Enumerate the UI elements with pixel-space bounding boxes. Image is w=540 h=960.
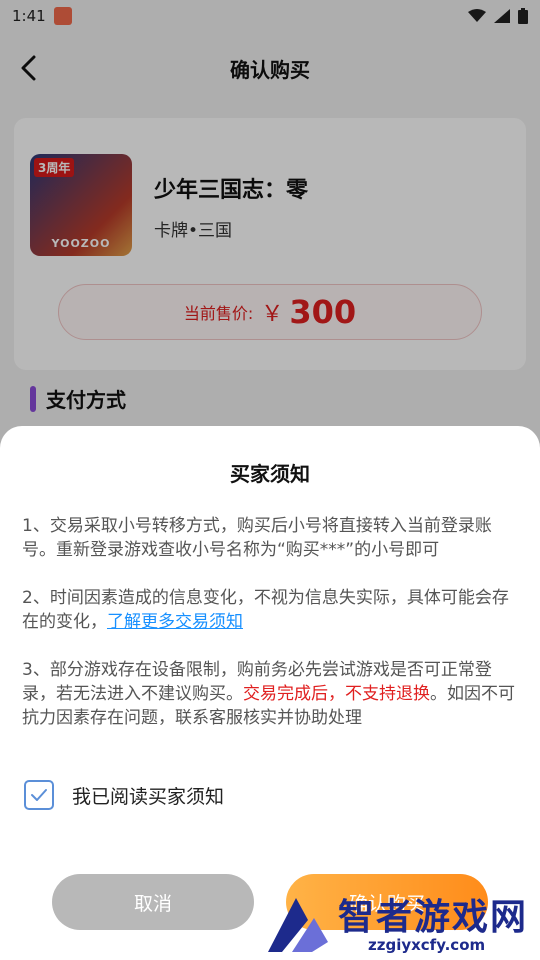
no-refund-warning: 交易完成后，不支持退换 xyxy=(243,684,430,704)
learn-more-link[interactable]: 了解更多交易须知 xyxy=(107,612,243,632)
watermark-logo-icon xyxy=(268,898,328,952)
site-watermark: 智者游戏网 zzgiyxcfy.com xyxy=(258,880,540,960)
sheet-title: 买家须知 xyxy=(230,462,310,486)
agree-row[interactable]: 我已阅读买家须知 xyxy=(24,780,224,810)
agree-checkbox[interactable] xyxy=(24,780,54,810)
watermark-url: zzgiyxcfy.com xyxy=(368,936,486,954)
cancel-button[interactable]: 取消 xyxy=(52,874,254,930)
watermark-text: 智者游戏网 xyxy=(338,897,529,938)
notice-2-text: 2、时间因素造成的信息变化，不视为信息失实际，具体可能会存在的变化， xyxy=(22,588,509,632)
checkmark-icon xyxy=(31,789,47,801)
notice-item-3: 3、部分游戏存在设备限制，购前务必先尝试游戏是否可正常登录，若无法进入不建议购买… xyxy=(22,658,518,730)
notice-item-1: 1、交易采取小号转移方式，购买后小号将直接转入当前登录账号。重新登录游戏查收小号… xyxy=(22,516,492,560)
notice-item-2: 2、时间因素造成的信息变化，不视为信息失实际，具体可能会存在的变化，了解更多交易… xyxy=(22,586,518,634)
agree-label: 我已阅读买家须知 xyxy=(72,785,225,808)
